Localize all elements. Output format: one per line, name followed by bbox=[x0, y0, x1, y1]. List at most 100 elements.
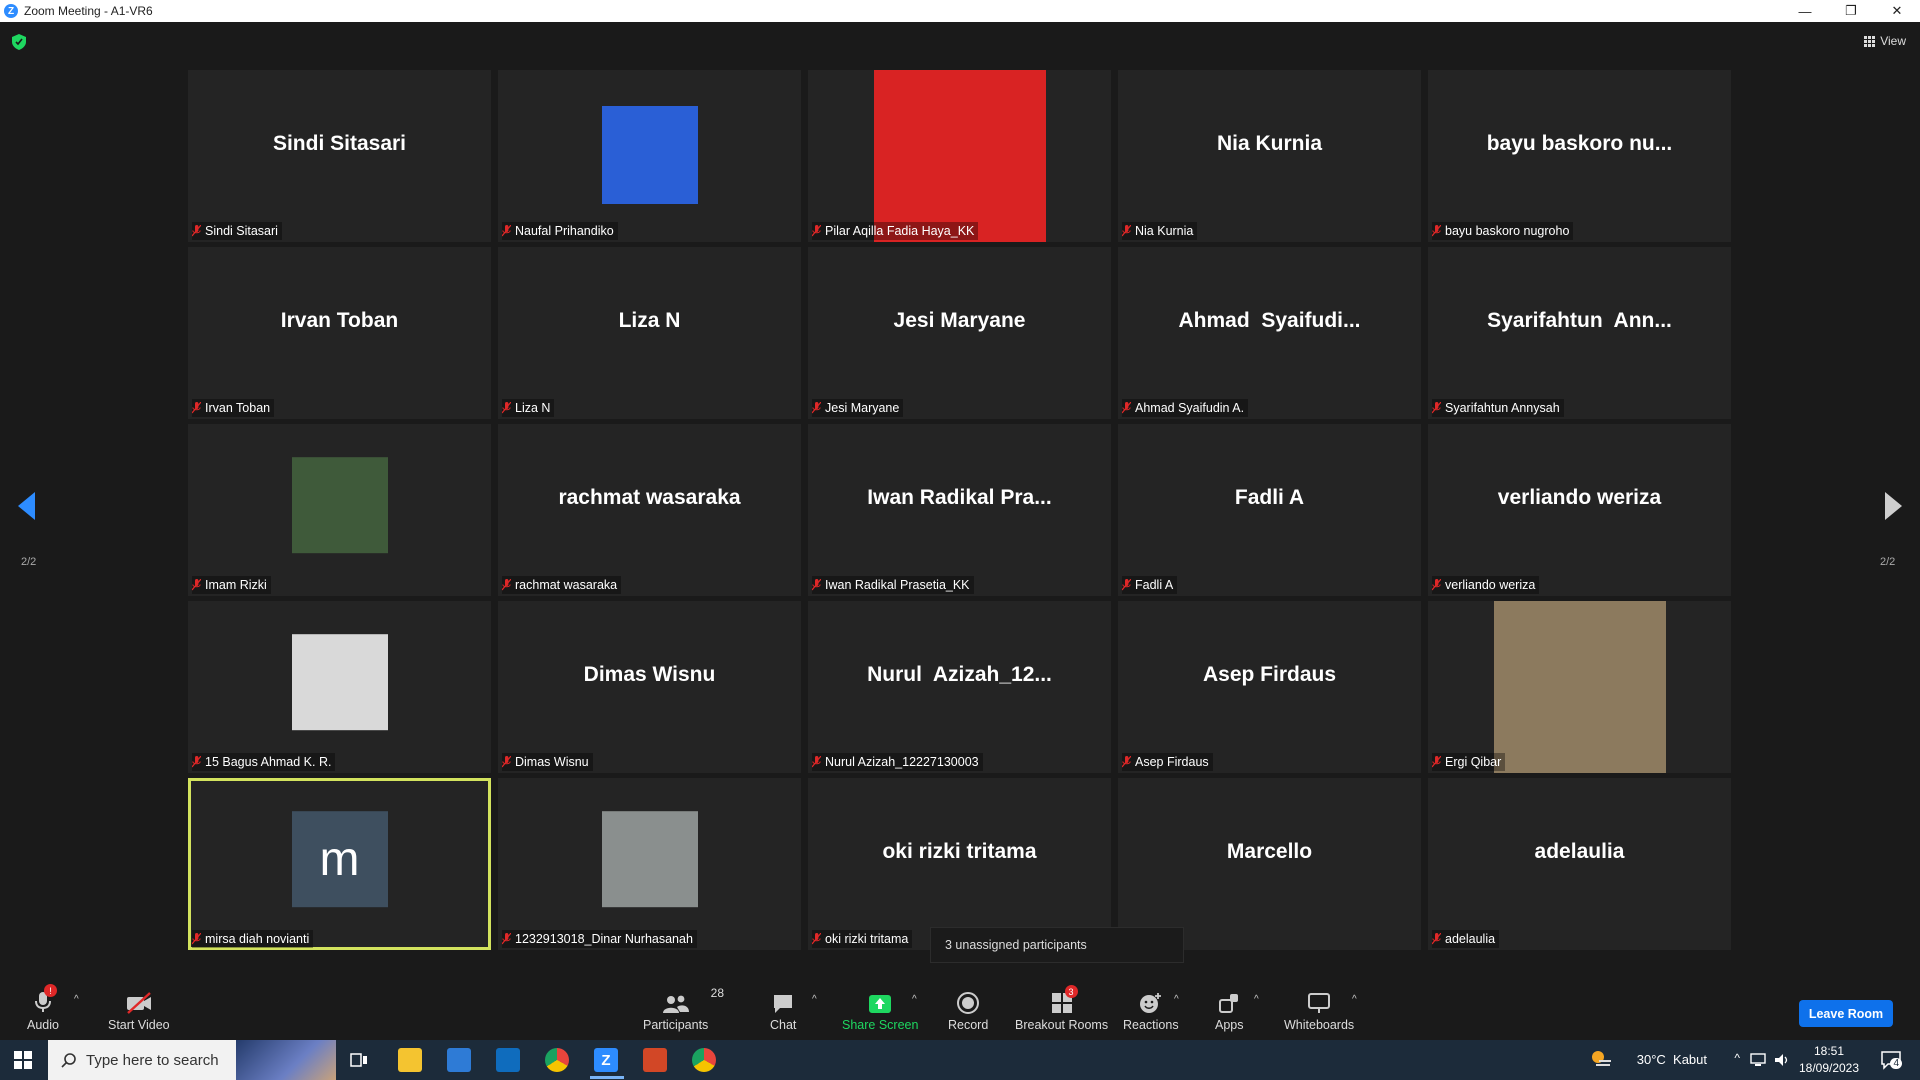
chat-options-caret-icon[interactable]: ^ bbox=[812, 994, 817, 1005]
chrome-profile-icon[interactable] bbox=[692, 1048, 716, 1072]
chat-label: Chat bbox=[770, 1018, 797, 1032]
whiteboards-button[interactable]: Whiteboards bbox=[1284, 990, 1354, 1032]
muted-mic-icon bbox=[1432, 756, 1441, 768]
apps-button[interactable]: Apps bbox=[1215, 990, 1244, 1032]
apps-caret-icon[interactable]: ^ bbox=[1254, 994, 1259, 1005]
grid-view-icon bbox=[1864, 35, 1876, 47]
participant-name: Jesi Maryane bbox=[825, 401, 900, 415]
clock-time[interactable]: 18:51 bbox=[1802, 1044, 1856, 1058]
participant-tile[interactable]: Iwan Radikal Pra... Iwan Radikal Prasetia… bbox=[808, 424, 1111, 596]
reactions-button[interactable]: Reactions bbox=[1123, 990, 1179, 1032]
participant-tile[interactable]: Liza N Liza N bbox=[498, 247, 801, 419]
share-options-caret-icon[interactable]: ^ bbox=[912, 994, 917, 1005]
security-shield-icon[interactable] bbox=[12, 34, 26, 50]
mail-icon[interactable] bbox=[496, 1048, 520, 1072]
participant-tile[interactable]: Nia Kurnia Nia Kurnia bbox=[1118, 70, 1421, 242]
view-button[interactable]: View bbox=[1864, 34, 1906, 48]
powerpoint-icon[interactable] bbox=[643, 1048, 667, 1072]
search-icon bbox=[61, 1053, 76, 1068]
participants-count: 28 bbox=[710, 986, 725, 1000]
muted-mic-icon bbox=[192, 579, 201, 591]
tray-overflow-chevron-icon[interactable]: ^ bbox=[1734, 1051, 1740, 1065]
participant-display-name: Jesi Maryane bbox=[893, 309, 1026, 332]
participant-tile[interactable]: Irvan Toban Irvan Toban bbox=[188, 247, 491, 419]
participant-video-image bbox=[601, 106, 698, 204]
breakout-tooltip: 3 unassigned participants bbox=[930, 927, 1184, 963]
participant-tile[interactable]: adelaulia adelaulia bbox=[1428, 778, 1731, 950]
windows-start-icon[interactable] bbox=[14, 1051, 32, 1069]
participant-display-name: Asep Firdaus bbox=[1202, 663, 1337, 686]
muted-mic-icon bbox=[1432, 225, 1441, 237]
participant-name: Nia Kurnia bbox=[1135, 224, 1194, 238]
participant-tile[interactable]: bayu baskoro nu... bayu baskoro nugroho bbox=[1428, 70, 1731, 242]
zoom-taskbar-icon[interactable]: Z bbox=[594, 1048, 618, 1072]
participant-name: Liza N bbox=[515, 401, 551, 415]
muted-mic-icon bbox=[1432, 402, 1441, 414]
participant-tile[interactable]: Imam Rizki bbox=[188, 424, 491, 596]
weather-text[interactable]: 30°C Kabut bbox=[1637, 1052, 1707, 1067]
close-button[interactable]: ✕ bbox=[1874, 0, 1920, 22]
audio-button[interactable]: ! Audio bbox=[27, 984, 59, 1032]
taskbar-search-box[interactable]: Type here to search bbox=[48, 1040, 336, 1080]
participant-name: Ergi Qibar bbox=[1445, 755, 1502, 769]
participant-tile[interactable]: Nurul Azizah_12... Nurul Azizah_122271300… bbox=[808, 601, 1111, 773]
previous-page-arrow-icon[interactable] bbox=[18, 492, 36, 520]
participant-tile[interactable]: 15 Bagus Ahmad K. R. bbox=[188, 601, 491, 773]
audio-options-caret-icon[interactable]: ^ bbox=[74, 994, 79, 1005]
leave-room-button[interactable]: Leave Room bbox=[1799, 1000, 1893, 1027]
microsoft-store-icon[interactable] bbox=[447, 1048, 471, 1072]
record-button[interactable]: Record bbox=[948, 990, 988, 1032]
muted-mic-icon bbox=[1432, 579, 1441, 591]
participant-name: verliando weriza bbox=[1445, 578, 1536, 592]
participant-name-label: Imam Rizki bbox=[192, 576, 271, 594]
participant-tile[interactable]: Syarifahtun Ann... Syarifahtun Annysah bbox=[1428, 247, 1731, 419]
participant-display-name: Nia Kurnia bbox=[1216, 132, 1323, 155]
windows-taskbar: Type here to search Z 30°C Kabut ^ 18:51… bbox=[0, 1040, 1920, 1080]
participant-name-label: oki rizki tritama bbox=[812, 930, 913, 948]
participants-button[interactable]: 28 Participants bbox=[643, 986, 724, 1032]
participant-tile[interactable]: Asep Firdaus Asep Firdaus bbox=[1118, 601, 1421, 773]
task-view-icon[interactable] bbox=[350, 1051, 368, 1069]
participant-name: 1232913018_Dinar Nurhasanah bbox=[515, 932, 693, 946]
participant-name-label: mirsa diah novianti bbox=[192, 930, 314, 948]
participant-tile[interactable]: Ahmad Syaifudi... Ahmad Syaifudin A. bbox=[1118, 247, 1421, 419]
participant-name-label: Irvan Toban bbox=[192, 399, 275, 417]
reactions-label: Reactions bbox=[1123, 1018, 1179, 1032]
volume-icon[interactable] bbox=[1774, 1053, 1790, 1067]
participant-display-name: Dimas Wisnu bbox=[583, 663, 716, 686]
participant-name-label: Nia Kurnia bbox=[1122, 222, 1198, 240]
record-label: Record bbox=[948, 1018, 989, 1032]
minimize-button[interactable]: — bbox=[1782, 0, 1828, 22]
whiteboards-caret-icon[interactable]: ^ bbox=[1352, 994, 1357, 1005]
participant-tile[interactable]: Sindi Sitasari Sindi Sitasari bbox=[188, 70, 491, 242]
participant-tile[interactable]: Fadli A Fadli A bbox=[1118, 424, 1421, 596]
file-explorer-icon[interactable] bbox=[398, 1048, 422, 1072]
start-video-button[interactable]: Start Video bbox=[108, 990, 170, 1032]
muted-mic-icon bbox=[502, 933, 511, 945]
reactions-caret-icon[interactable]: ^ bbox=[1174, 994, 1179, 1005]
participant-tile[interactable]: oki rizki tritama oki rizki tritama bbox=[808, 778, 1111, 950]
participant-profile-picture bbox=[291, 457, 388, 554]
participant-tile[interactable]: Dimas Wisnu Dimas Wisnu bbox=[498, 601, 801, 773]
next-page-arrow-icon[interactable] bbox=[1884, 492, 1902, 520]
chrome-icon[interactable] bbox=[545, 1048, 569, 1072]
participant-name-label: Ahmad Syaifudin A. bbox=[1122, 399, 1249, 417]
participant-tile[interactable]: Pilar Aqilla Fadia Haya_KK bbox=[808, 70, 1111, 242]
participant-tile[interactable]: rachmat wasaraka rachmat wasaraka bbox=[498, 424, 801, 596]
participant-tile[interactable]: Ergi Qibar bbox=[1428, 601, 1731, 773]
participant-tile[interactable]: verliando weriza verliando weriza bbox=[1428, 424, 1731, 596]
network-icon[interactable] bbox=[1750, 1053, 1766, 1067]
breakout-rooms-button[interactable]: 3 Breakout Rooms bbox=[1015, 985, 1108, 1032]
participant-tile[interactable]: Jesi Maryane Jesi Maryane bbox=[808, 247, 1111, 419]
clock-date[interactable]: 18/09/2023 bbox=[1794, 1061, 1864, 1075]
weather-sun-icon[interactable] bbox=[1590, 1049, 1612, 1069]
participant-display-name: Sindi Sitasari bbox=[272, 132, 407, 155]
participant-tile[interactable]: Naufal Prihandiko bbox=[498, 70, 801, 242]
share-screen-button[interactable]: Share Screen bbox=[842, 990, 918, 1032]
participant-tile[interactable]: 1232913018_Dinar Nurhasanah bbox=[498, 778, 801, 950]
chat-button[interactable]: Chat bbox=[770, 990, 796, 1032]
participant-name: Pilar Aqilla Fadia Haya_KK bbox=[825, 224, 975, 238]
restore-button[interactable]: ❐ bbox=[1828, 0, 1874, 22]
participant-tile[interactable]: Marcelloo bbox=[1118, 778, 1421, 950]
participant-tile[interactable]: m mirsa diah novianti bbox=[188, 778, 491, 950]
